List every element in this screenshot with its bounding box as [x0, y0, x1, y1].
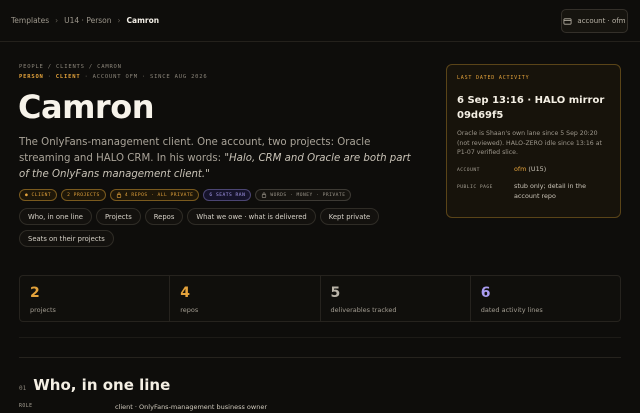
- nav-chip-projects[interactable]: Projects: [95, 208, 141, 225]
- badge-client: ● CLIENT: [19, 189, 58, 201]
- breadcrumb-person[interactable]: U14 · Person: [64, 16, 111, 25]
- divider: [19, 357, 621, 358]
- section-heading-who: 01 Who, in one line: [19, 376, 170, 394]
- role-value: client · OnlyFans-management business ow…: [115, 403, 268, 411]
- account-link[interactable]: ofm: [514, 165, 526, 173]
- nav-chip-kept-private[interactable]: Kept private: [319, 208, 380, 225]
- nav-chip-seats[interactable]: Seats on their projects: [19, 230, 114, 247]
- activity-body: Oracle is Shaan's own lane since 5 Sep 2…: [457, 130, 602, 157]
- section-title: Who, in one line: [33, 376, 171, 394]
- activity-account-row: ACCOUNT ofm (U15): [457, 165, 610, 176]
- nav-chip-repos[interactable]: Repos: [144, 208, 184, 225]
- stat-activity-lines: 6 dated activity lines: [471, 276, 620, 321]
- role-row: ROLE client · OnlyFans-management busine…: [19, 403, 267, 411]
- activity-title: 6 Sep 13:16 · HALO mirror 09d69f5: [457, 95, 605, 121]
- meta-account: ACCOUNT OFM: [92, 74, 138, 80]
- eyebrow-path: PEOPLE / CLIENTS / CAMRON: [19, 64, 122, 70]
- breadcrumb-current: Camron: [126, 16, 160, 25]
- page-description: The OnlyFans-management client. One acco…: [19, 137, 411, 180]
- top-bar: Templates › U14 · Person › Camron accoun…: [0, 0, 640, 42]
- meta-since: SINCE AUG 2026: [149, 74, 208, 80]
- activity-public-row: PUBLIC PAGE stub only; detail in the acc…: [457, 182, 610, 201]
- stat-deliverables: 5 deliverables tracked: [321, 276, 471, 321]
- divider: [19, 337, 621, 338]
- section-nav: Who, in one line Projects Repos What we …: [19, 208, 429, 247]
- stat-projects: 2 projects: [20, 276, 171, 321]
- badge-seats: 6 SEATS RAN: [203, 189, 252, 201]
- nav-chip-owed-delivered[interactable]: What we owe · what is delivered: [187, 208, 316, 225]
- meta-type: PERSON: [19, 74, 44, 80]
- stat-value: 2: [30, 285, 40, 301]
- stat-value: 4: [180, 285, 190, 301]
- account-button-label: account · ofm: [577, 17, 626, 25]
- stat-label: dated activity lines: [480, 306, 543, 314]
- account-button[interactable]: account · ofm: [561, 9, 628, 33]
- stat-repos: 4 repos: [170, 276, 321, 321]
- meta-role: CLIENT: [55, 74, 81, 80]
- activity-heading: LAST DATED ACTIVITY: [457, 75, 530, 81]
- chevron-right-icon: ›: [55, 16, 59, 25]
- stat-label: repos: [180, 306, 199, 314]
- activity-public-label: PUBLIC PAGE: [457, 185, 493, 191]
- activity-public-value: stub only; detail in the account repo: [514, 182, 587, 200]
- stat-label: deliverables tracked: [330, 306, 397, 314]
- card-icon: [563, 17, 572, 25]
- lock-icon: [262, 192, 267, 198]
- last-activity-card: LAST DATED ACTIVITY 6 Sep 13:16 · HALO m…: [446, 64, 621, 218]
- badge-projects: 2 PROJECTS: [61, 189, 106, 201]
- badge-row: ● CLIENT 2 PROJECTS 4 REPOS · ALL PRIVAT…: [19, 189, 352, 201]
- badge-repos: 4 REPOS · ALL PRIVATE: [109, 189, 200, 201]
- page-title: Camron: [18, 88, 154, 126]
- breadcrumb-templates[interactable]: Templates: [11, 16, 49, 25]
- nav-chip-who[interactable]: Who, in one line: [19, 208, 92, 225]
- badge-private: WORDS · MONEY · PRIVATE: [255, 189, 352, 201]
- lock-icon: [116, 192, 121, 198]
- role-label: ROLE: [19, 404, 33, 409]
- stats-row: 2 projects 4 repos 5 deliverables tracke…: [19, 275, 621, 322]
- breadcrumb: Templates › U14 · Person › Camron: [11, 16, 159, 25]
- chevron-right-icon: ›: [117, 16, 121, 25]
- stat-value: 6: [480, 285, 491, 301]
- section-number: 01: [19, 385, 27, 392]
- activity-account-label: ACCOUNT: [457, 167, 480, 173]
- meta-line: PERSON · CLIENT · ACCOUNT OFM · SINCE AUG 2…: [19, 74, 208, 80]
- stat-value: 5: [330, 285, 341, 301]
- stat-label: projects: [30, 306, 56, 314]
